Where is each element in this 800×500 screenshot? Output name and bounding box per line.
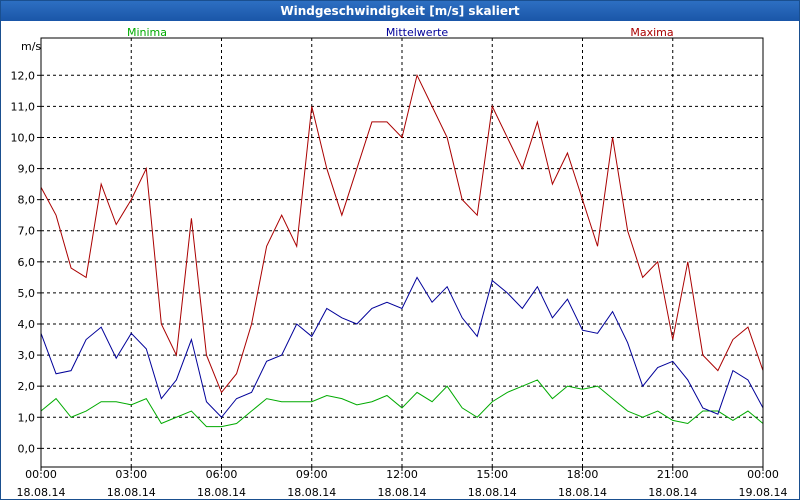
legend-mittelwerte: Mittelwerte xyxy=(386,26,449,39)
y-tick-label: 0,0 xyxy=(18,442,36,455)
x-tick-time: 21:00 xyxy=(657,468,689,481)
y-tick-label: 12,0 xyxy=(11,69,36,82)
legend-maxima: Maxima xyxy=(630,26,673,39)
x-tick-time: 09:00 xyxy=(296,468,328,481)
chart-canvas: 0,0 1,0 2,0 3,0 4,0 5,0 6,0 7,0 8,0 9,0 10,0 11,0 12… xyxy=(11,26,788,499)
x-tick-date: 18.08.14 xyxy=(378,486,427,499)
x-tick-date: 18.08.14 xyxy=(558,486,607,499)
y-tick-label: 4,0 xyxy=(18,318,36,331)
y-tick-label: 1,0 xyxy=(18,411,36,424)
y-tick-label: 6,0 xyxy=(18,256,36,269)
x-tick-time: 00:00 xyxy=(25,468,57,481)
y-tick-label: 7,0 xyxy=(18,225,36,238)
x-tick-time: 18:00 xyxy=(567,468,599,481)
y-axis-label: m/s xyxy=(21,40,41,53)
y-tick-label: 8,0 xyxy=(18,194,36,207)
x-tick-date: 18.08.14 xyxy=(468,486,517,499)
x-tick-time: 00:00 xyxy=(747,468,779,481)
x-tick-date: 18.08.14 xyxy=(287,486,336,499)
y-tick-label: 2,0 xyxy=(18,380,36,393)
x-tick-time: 03:00 xyxy=(115,468,147,481)
x-tick-date: 18.08.14 xyxy=(197,486,246,499)
x-tick-time: 06:00 xyxy=(206,468,238,481)
y-tick-label: 9,0 xyxy=(18,163,36,176)
x-tick-time: 15:00 xyxy=(476,468,508,481)
y-tick-label: 3,0 xyxy=(18,349,36,362)
axes: 0,0 1,0 2,0 3,0 4,0 5,0 6,0 7,0 8,0 9,0 10,0 11,0 12… xyxy=(11,26,788,499)
window-title: Windgeschwindigkeit [m/s] skaliert xyxy=(1,1,799,21)
chart-window: Windgeschwindigkeit [m/s] skaliert 0,0 1,… xyxy=(0,0,800,500)
x-tick-time: 12:00 xyxy=(386,468,418,481)
x-tick-date: 18.08.14 xyxy=(107,486,156,499)
legend-minima: Minima xyxy=(127,26,167,39)
x-tick-date: 19.08.14 xyxy=(739,486,788,499)
y-tick-label: 11,0 xyxy=(11,100,36,113)
x-tick-date: 18.08.14 xyxy=(17,486,66,499)
y-tick-label: 5,0 xyxy=(18,287,36,300)
y-tick-label: 10,0 xyxy=(11,131,36,144)
x-tick-date: 18.08.14 xyxy=(648,486,697,499)
